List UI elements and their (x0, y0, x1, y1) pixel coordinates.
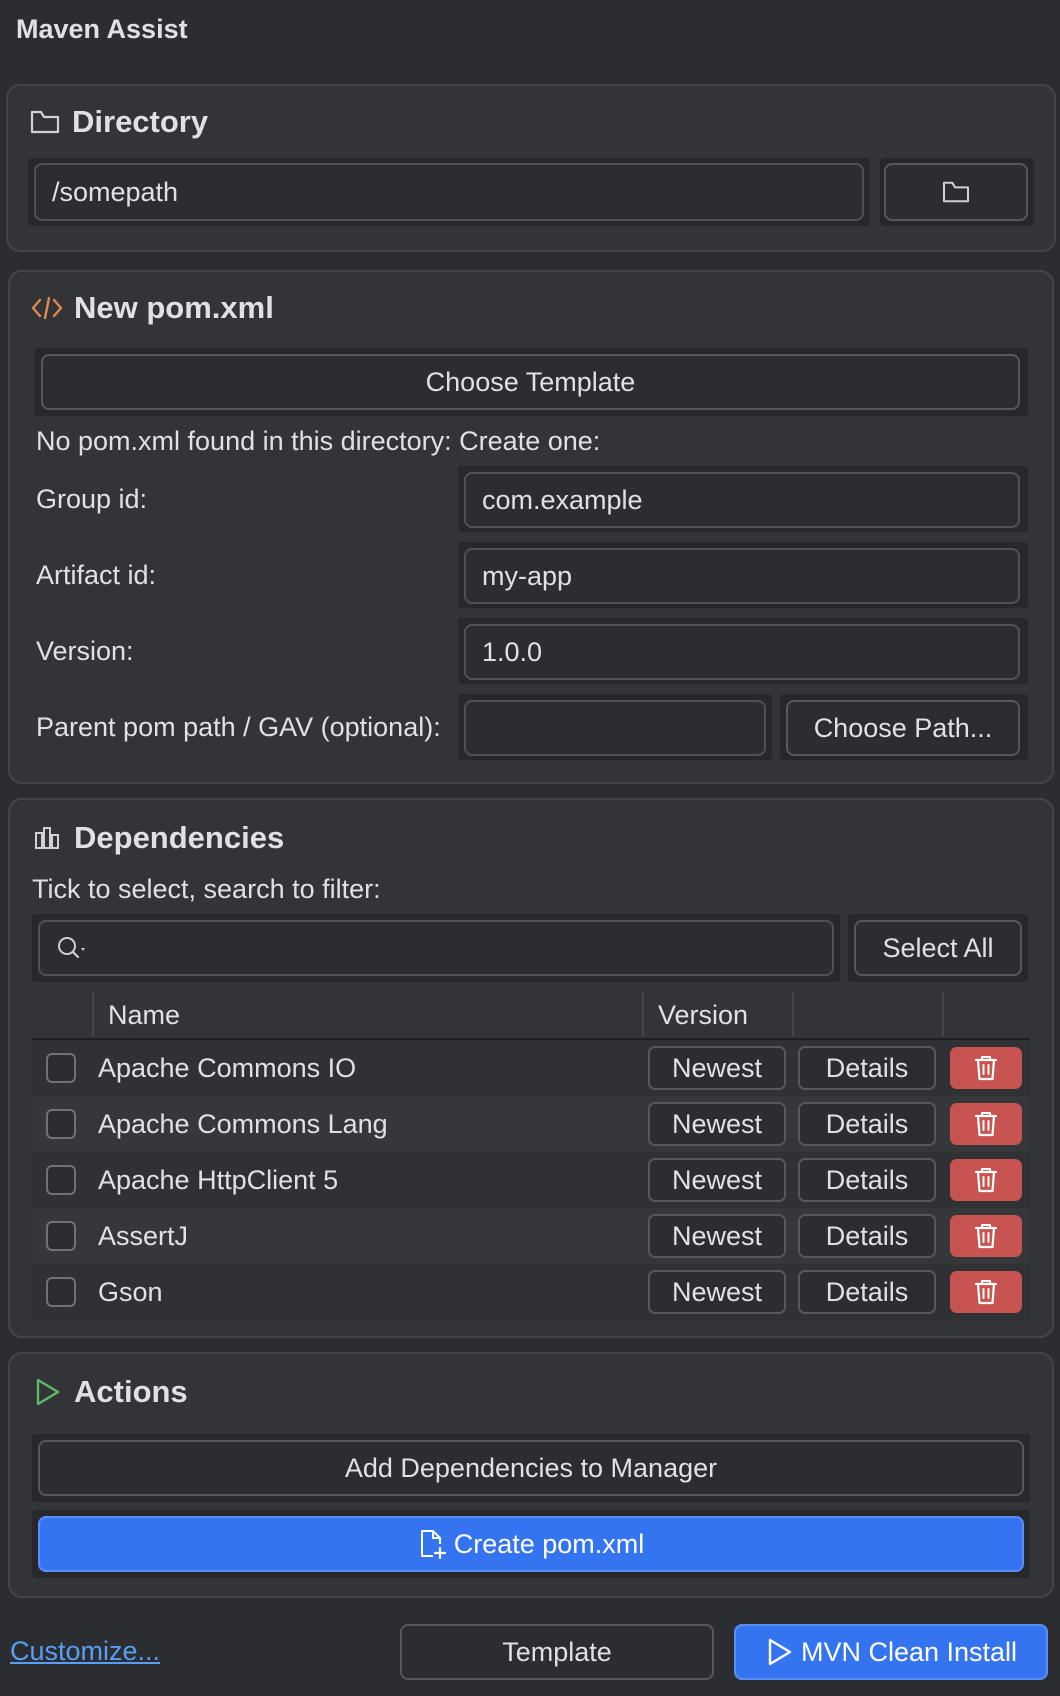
table-row[interactable]: Gson Newest Details (32, 1264, 1030, 1320)
code-xml-icon (30, 291, 64, 325)
no-pom-notice: No pom.xml found in this directory: Crea… (36, 426, 601, 456)
actions-heading: Actions (30, 1374, 188, 1410)
directory-heading: Directory (28, 104, 208, 140)
details-button[interactable]: Details (798, 1158, 936, 1202)
choose-template-button[interactable]: Choose Template (41, 354, 1020, 410)
table-row[interactable]: AssertJ Newest Details (32, 1208, 1030, 1264)
column-separator (792, 992, 794, 1036)
version-label: Version: (36, 636, 134, 666)
artifact-id-input[interactable]: my-app (464, 548, 1020, 604)
library-icon (30, 821, 64, 855)
mvn-clean-install-label: MVN Clean Install (800, 1636, 1018, 1667)
group-id-label: Group id: (36, 484, 148, 514)
column-separator (942, 992, 944, 1036)
dependency-table-header: Name Version (32, 990, 1030, 1040)
delete-button[interactable] (950, 1215, 1022, 1257)
details-button[interactable]: Details (798, 1270, 936, 1314)
table-row[interactable]: Apache Commons IO Newest Details (32, 1040, 1030, 1096)
table-row[interactable]: Apache Commons Lang Newest Details (32, 1096, 1030, 1152)
parent-pom-label: Parent pom path / GAV (optional): (36, 712, 441, 742)
artifact-id-label: Artifact id: (36, 560, 157, 590)
add-dependencies-to-manager-button[interactable]: Add Dependencies to Manager (38, 1440, 1024, 1496)
row-checkbox[interactable] (46, 1221, 76, 1251)
folder-icon (942, 181, 970, 203)
directory-heading-label: Directory (72, 104, 209, 139)
column-version[interactable]: Version (658, 990, 748, 1040)
browse-directory-button[interactable] (884, 163, 1028, 221)
trash-icon (974, 1280, 998, 1305)
directory-path-input[interactable]: /somepath (34, 163, 864, 221)
group-id-input[interactable]: com.example (464, 472, 1020, 528)
details-button[interactable]: Details (798, 1102, 936, 1146)
row-checkbox[interactable] (46, 1277, 76, 1307)
app-title: Maven Assist (16, 14, 188, 44)
trash-icon (974, 1112, 998, 1137)
dependencies-heading: Dependencies (30, 820, 284, 856)
version-input[interactable]: 1.0.0 (464, 624, 1020, 680)
trash-icon (974, 1056, 998, 1081)
dependency-name: AssertJ (98, 1220, 189, 1251)
customize-link[interactable]: Customize... (10, 1636, 160, 1667)
select-all-button[interactable]: Select All (854, 920, 1022, 976)
version-select-button[interactable]: Newest (648, 1270, 786, 1314)
delete-button[interactable] (950, 1103, 1022, 1145)
maven-assist-window: Maven Assist Directory /somepath New pom… (0, 0, 1060, 1696)
column-separator (92, 992, 94, 1036)
new-file-icon (420, 1530, 446, 1560)
dependency-name: Apache Commons Lang (98, 1108, 388, 1139)
dependency-name: Apache HttpClient 5 (98, 1164, 339, 1195)
row-checkbox[interactable] (46, 1165, 76, 1195)
template-button[interactable]: Template (400, 1624, 714, 1680)
column-name[interactable]: Name (108, 990, 180, 1040)
search-icon (58, 937, 85, 959)
version-select-button[interactable]: Newest (648, 1158, 786, 1202)
trash-icon (974, 1224, 998, 1249)
play-icon (30, 1375, 64, 1409)
dependency-name: Gson (98, 1276, 163, 1307)
row-checkbox[interactable] (46, 1109, 76, 1139)
parent-pom-input[interactable] (464, 700, 766, 756)
choose-path-button[interactable]: Choose Path... (786, 700, 1020, 756)
dependency-name: Apache Commons IO (98, 1052, 357, 1083)
version-select-button[interactable]: Newest (648, 1102, 786, 1146)
new-pom-heading-label: New pom.xml (74, 290, 274, 325)
new-pom-heading: New pom.xml (30, 290, 274, 326)
folder-icon (28, 105, 62, 139)
delete-button[interactable] (950, 1047, 1022, 1089)
create-pom-label: Create pom.xml (453, 1528, 645, 1559)
details-button[interactable]: Details (798, 1214, 936, 1258)
create-pom-button[interactable]: Create pom.xml (38, 1516, 1024, 1572)
version-select-button[interactable]: Newest (648, 1046, 786, 1090)
delete-button[interactable] (950, 1159, 1022, 1201)
row-checkbox[interactable] (46, 1053, 76, 1083)
dependencies-heading-label: Dependencies (74, 820, 285, 855)
delete-button[interactable] (950, 1271, 1022, 1313)
trash-icon (974, 1168, 998, 1193)
dependency-search-input[interactable] (38, 920, 834, 976)
version-select-button[interactable]: Newest (648, 1214, 786, 1258)
actions-heading-label: Actions (74, 1374, 188, 1409)
mvn-clean-install-button[interactable]: MVN Clean Install (734, 1624, 1048, 1680)
play-icon (768, 1638, 792, 1666)
table-row[interactable]: Apache HttpClient 5 Newest Details (32, 1152, 1030, 1208)
details-button[interactable]: Details (798, 1046, 936, 1090)
dependencies-hint: Tick to select, search to filter: (32, 874, 381, 904)
column-separator (642, 992, 644, 1036)
